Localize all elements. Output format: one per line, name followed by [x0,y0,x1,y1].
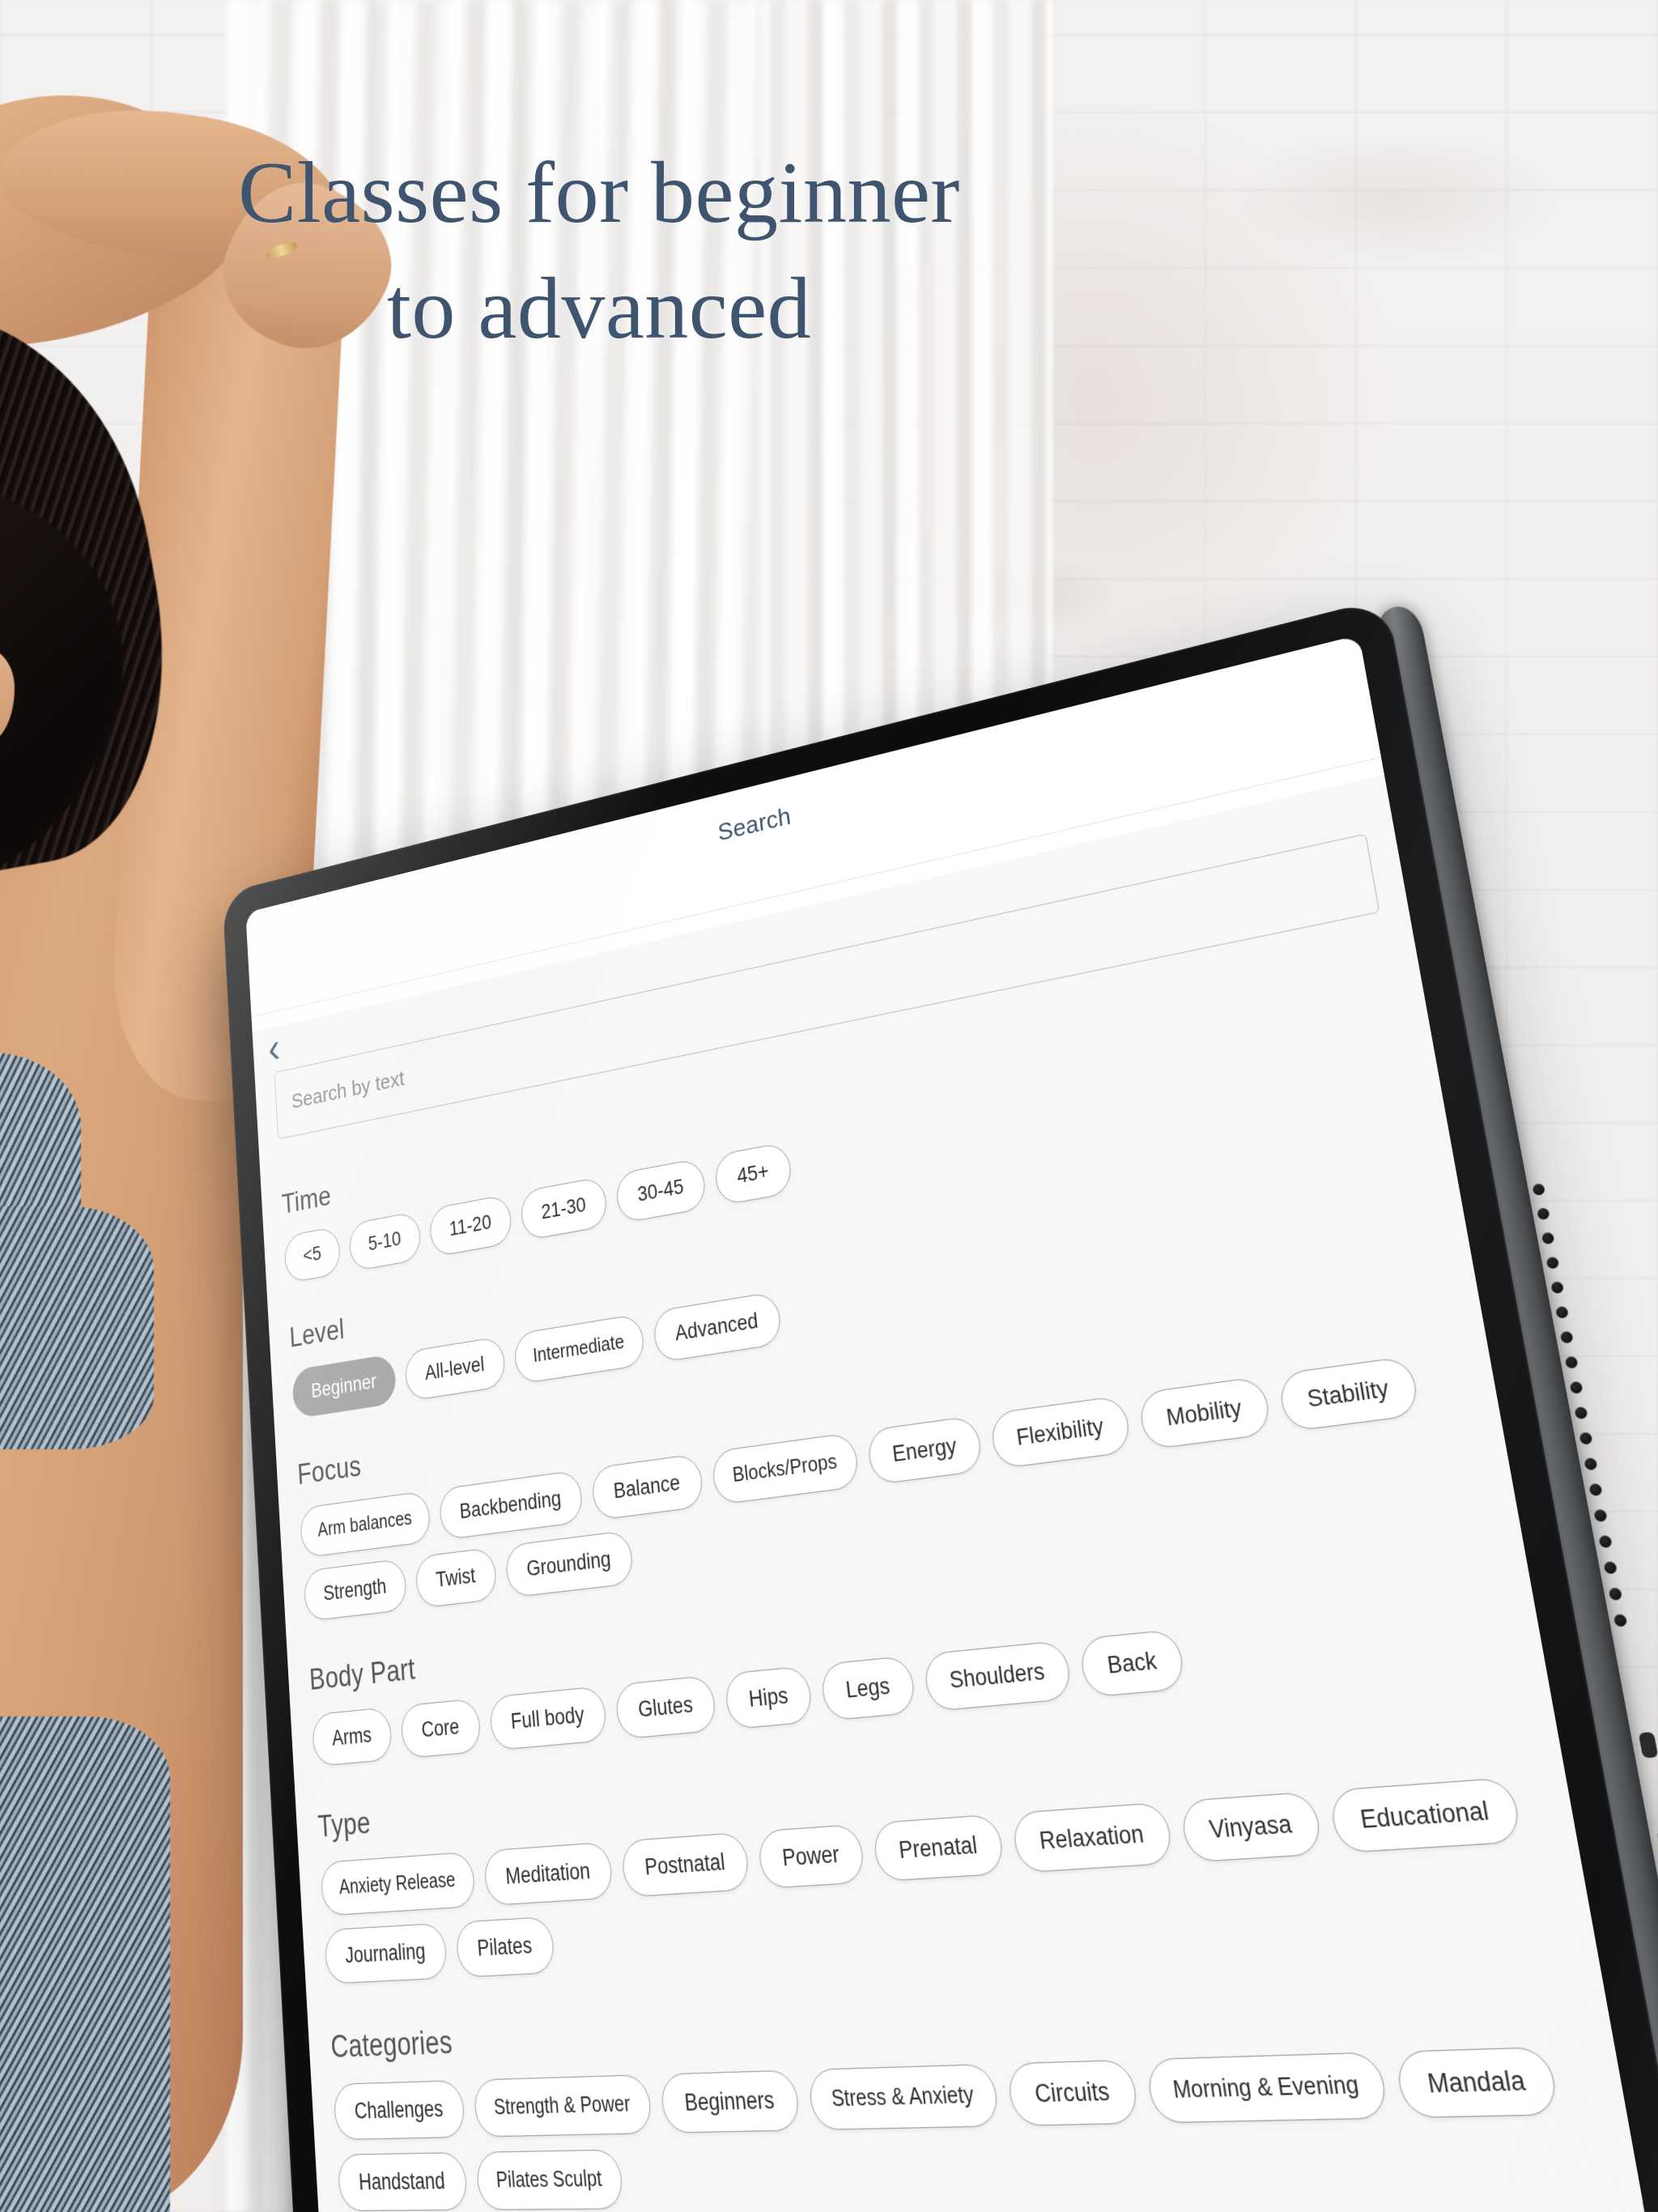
back-chevron-icon[interactable]: ‹ [267,1023,282,1073]
tablet-mockup: Search ‹ Time<55-1011-2021-3030-4545+Lev… [0,0,1658,2212]
filter-chip-21-30[interactable]: 21-30 [519,1176,609,1241]
filter-chip-vinyasa[interactable]: Vinyasa [1179,1791,1324,1863]
filter-chip-prenatal[interactable]: Prenatal [872,1814,1005,1882]
filter-chip-hips[interactable]: Hips [724,1665,814,1730]
filter-chip-twist[interactable]: Twist [414,1546,498,1609]
filter-chip-30-45[interactable]: 30-45 [614,1157,708,1224]
filter-chip-power[interactable]: Power [756,1823,866,1890]
tablet-device: Search ‹ Time<55-1011-2021-3030-4545+Lev… [222,598,1658,2212]
filter-chip-5-10[interactable]: 5-10 [348,1210,422,1272]
filter-chip-handstand[interactable]: Handstand [337,2152,468,2212]
filter-chip-meditation[interactable]: Meditation [483,1841,614,1907]
filter-chip-stress-anxiety[interactable]: Stress & Anxiety [807,2063,1001,2131]
volume-up-button[interactable] [1638,1731,1658,1759]
filter-chip-morning-evening[interactable]: Morning & Evening [1145,2052,1389,2124]
filter-chip-row: Challenges Strength & Power Beginners Stres… [333,2046,1609,2212]
filter-chip-beginner[interactable]: Beginner [291,1353,397,1419]
filter-chip-blocks-props[interactable]: Blocks/Props [710,1431,861,1506]
filter-chip-challenges[interactable]: Challenges [333,2080,466,2141]
filter-chip-legs[interactable]: Legs [819,1655,917,1721]
filter-chip-mandala[interactable]: Mandala [1393,2046,1561,2119]
filter-chip-core[interactable]: Core [400,1698,482,1759]
filter-chip-11-20[interactable]: 11-20 [428,1193,513,1258]
filter-chip-backbending[interactable]: Backbending [438,1470,585,1541]
filter-group-title: Categories [329,2025,454,2065]
filter-chip-intermediate[interactable]: Intermediate [512,1313,646,1385]
filter-chip-full-body[interactable]: Full body [488,1685,608,1751]
filter-chip-all-level[interactable]: All-level [404,1335,507,1402]
filter-chip-glutes[interactable]: Glutes [614,1674,718,1740]
filter-chip-balance[interactable]: Balance [590,1453,704,1521]
filter-chip-advanced[interactable]: Advanced [652,1291,783,1363]
filter-groups-container: Time <5 5-10 11-20 21-30 30-45 45+ Level Beginne… [281,972,1609,2212]
filter-chip-pilates[interactable]: Pilates [454,1916,555,1978]
filter-chip-strength-power[interactable]: Strength & Power [473,2074,653,2138]
filter-group-type: Type Anxiety Release Meditation Postnatal Po… [317,1713,1560,1984]
filter-group-categories: Categories Challenges Strength & Power Begi… [329,1980,1609,2212]
filter-chip-postnatal[interactable]: Postnatal [620,1831,750,1898]
filter-chip-beginners[interactable]: Beginners [659,2069,801,2133]
filter-chip-flexibility[interactable]: Flexibility [988,1394,1133,1470]
filter-chip-5[interactable]: <5 [283,1226,342,1284]
filter-chip-mobility[interactable]: Mobility [1137,1376,1273,1451]
filter-chip-energy[interactable]: Energy [866,1414,984,1486]
filter-chip-grounding[interactable]: Grounding [504,1529,635,1598]
filter-chip-row: Arms Core Full body Glutes Hips Legs Shoulders… [311,1597,1513,1767]
filter-chip-45[interactable]: 45+ [713,1141,793,1206]
filter-chip-anxiety-release[interactable]: Anxiety Release [320,1851,476,1916]
filter-chip-arm-balances[interactable]: Arm balances [299,1490,432,1559]
filter-chip-relaxation[interactable]: Relaxation [1010,1802,1174,1874]
filter-chip-back[interactable]: Back [1078,1628,1187,1698]
filter-chip-stability[interactable]: Stability [1277,1355,1421,1433]
filter-chip-pilates-sculpt[interactable]: Pilates Sculpt [475,2149,624,2210]
filter-chip-arms[interactable]: Arms [311,1707,393,1767]
filter-chip-journaling[interactable]: Journaling [324,1922,448,1984]
filter-chip-strength[interactable]: Strength [303,1558,408,1622]
filter-chip-educational[interactable]: Educational [1328,1776,1523,1854]
